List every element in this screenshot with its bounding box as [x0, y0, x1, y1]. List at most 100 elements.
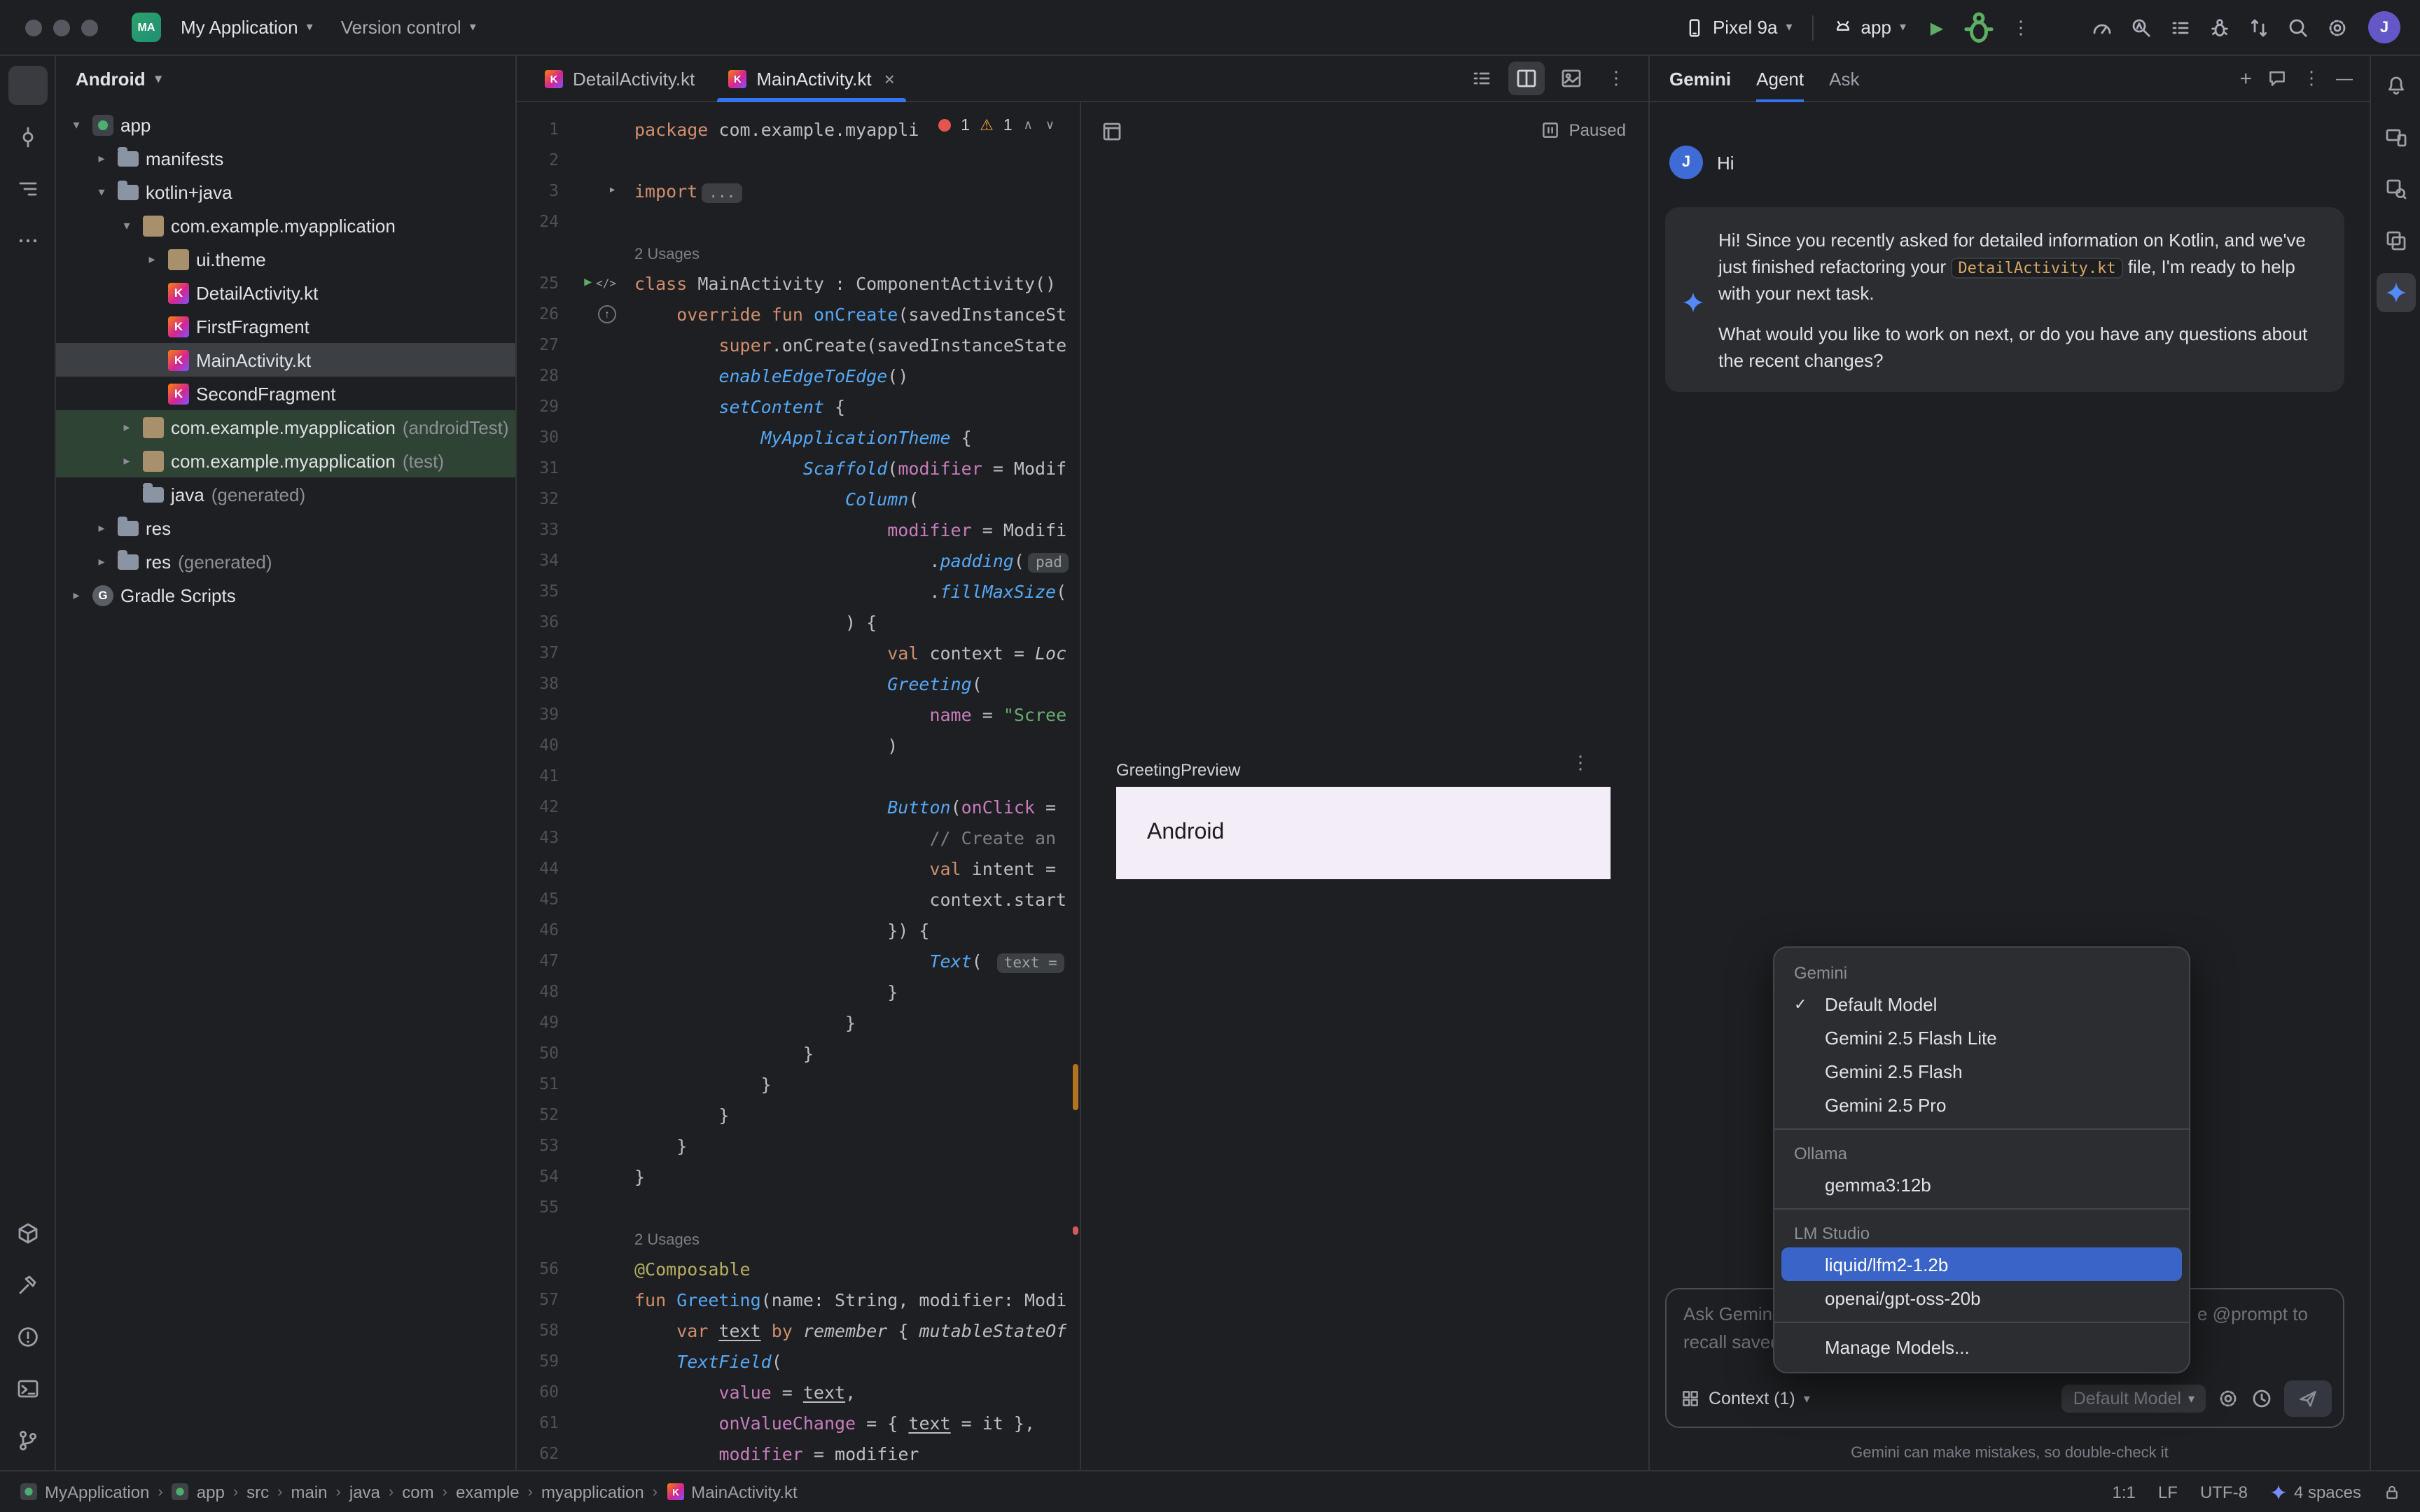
tree-chevron-icon[interactable]: ▸ [118, 453, 136, 468]
tree-chevron-icon[interactable]: ▾ [67, 117, 85, 132]
breadcrumb-item[interactable]: main [291, 1482, 328, 1502]
model-selector[interactable]: Default Model ▾ [2062, 1385, 2206, 1413]
find-action-icon[interactable] [2122, 8, 2161, 47]
vcs-update-icon[interactable] [2239, 8, 2279, 47]
model-option-Gemini 2.5 Flash Lite[interactable]: Gemini 2.5 Flash Lite [1781, 1021, 2182, 1054]
tree-item-res[interactable]: ▸res [56, 511, 515, 545]
gemini-tab-Agent[interactable]: Agent [1756, 56, 1804, 101]
bug-report-icon[interactable] [2200, 8, 2239, 47]
editor-tab-MainActivity.kt[interactable]: KMainActivity.kt× [711, 56, 911, 101]
model-option-gemma3:12b[interactable]: gemma3:12b [1781, 1168, 2182, 1201]
minimize-window-button[interactable] [53, 19, 70, 36]
commit-tool-button[interactable] [8, 118, 47, 157]
tree-item-DetailActivity.kt[interactable]: KDetailActivity.kt [56, 276, 515, 309]
gemini-tool-button[interactable] [2376, 273, 2415, 312]
model-option-Gemini 2.5 Flash[interactable]: Gemini 2.5 Flash [1781, 1054, 2182, 1088]
design-view-icon[interactable] [1553, 62, 1590, 95]
tree-chevron-icon[interactable]: ▾ [92, 184, 111, 200]
close-tab-icon[interactable]: × [884, 68, 895, 89]
project-menu[interactable]: My Application▾ [172, 11, 321, 43]
device-selector[interactable]: Pixel 9a▾ [1676, 11, 1801, 43]
tree-chevron-icon[interactable]: ▸ [67, 587, 85, 603]
breadcrumb-item[interactable]: java [349, 1482, 380, 1502]
tree-chevron-icon[interactable]: ▸ [143, 251, 161, 267]
fold-region-icon[interactable]: ▸ [609, 183, 616, 197]
model-option-openai/gpt-oss-20b[interactable]: openai/gpt-oss-20b [1781, 1281, 2182, 1315]
preview-zoom-icon[interactable] [1101, 120, 1123, 143]
tree-item-FirstFragment[interactable]: KFirstFragment [56, 309, 515, 343]
build-tool-button[interactable] [8, 1266, 47, 1305]
dependencies-tool-button[interactable] [8, 1214, 47, 1253]
project-view-selector[interactable]: Android ▾ [56, 56, 515, 102]
search-everywhere-icon[interactable] [2279, 8, 2318, 47]
line-ending[interactable]: LF [2158, 1482, 2178, 1502]
tree-chevron-icon[interactable]: ▸ [118, 419, 136, 435]
running-devices-tool-button[interactable] [2376, 118, 2415, 157]
resource-manager-tool-button[interactable] [2376, 221, 2415, 260]
version-control-tool-button[interactable] [8, 1421, 47, 1460]
tree-item-MainActivity.kt[interactable]: KMainActivity.kt [56, 343, 515, 377]
breadcrumb-item[interactable]: src [246, 1482, 269, 1502]
prev-issue-button[interactable]: ∧ [1022, 118, 1034, 133]
split-editor-icon[interactable] [1508, 62, 1545, 95]
more-tools-tool-button[interactable] [8, 221, 47, 260]
code-vision-usages[interactable]: 2 Usages [517, 237, 1080, 267]
settings-icon[interactable] [2318, 8, 2357, 47]
tree-chevron-icon[interactable]: ▾ [118, 218, 136, 233]
run-button[interactable]: ▶ [1917, 8, 1956, 47]
terminal-tool-button[interactable] [8, 1369, 47, 1408]
model-option-Gemini 2.5 Pro[interactable]: Gemini 2.5 Pro [1781, 1088, 2182, 1121]
profiler-icon[interactable] [2082, 8, 2122, 47]
tree-item-kotlin+java[interactable]: ▾kotlin+java [56, 175, 515, 209]
tree-item-SecondFragment[interactable]: KSecondFragment [56, 377, 515, 410]
debug-button[interactable] [1959, 8, 1998, 47]
breadcrumb-item[interactable]: com [402, 1482, 433, 1502]
editor-tab-DetailActivity.kt[interactable]: KDetailActivity.kt [528, 56, 711, 101]
overrides-gutter-icon[interactable]: ↑ [598, 304, 616, 323]
tree-item-com.example.myapplication[interactable]: ▸com.example.myapplication (androidTest) [56, 410, 515, 444]
model-option-Manage Models...[interactable]: Manage Models... [1781, 1330, 2182, 1364]
tree-item-com.example.myapplication[interactable]: ▾com.example.myapplication [56, 209, 515, 242]
more-run-options-icon[interactable]: ⋮ [2001, 8, 2040, 47]
lock-icon[interactable] [2384, 1483, 2400, 1500]
file-reference-chip[interactable]: DetailActivity.kt [1951, 258, 2122, 279]
context-chip[interactable]: Context (1) ▾ [1681, 1389, 1810, 1408]
hide-panel-icon[interactable]: — [2336, 69, 2353, 88]
caret-position[interactable]: 1:1 [2113, 1482, 2136, 1502]
next-issue-button[interactable]: ∨ [1044, 118, 1056, 133]
tree-chevron-icon[interactable]: ▸ [92, 150, 111, 166]
tree-chevron-icon[interactable]: ▸ [92, 520, 111, 536]
panel-options-icon[interactable]: ⋮ [2302, 67, 2321, 90]
gemini-tab-Ask[interactable]: Ask [1829, 56, 1859, 101]
tree-item-app[interactable]: ▾app [56, 108, 515, 141]
new-chat-icon[interactable]: + [2239, 66, 2252, 90]
notifications-tool-button[interactable] [2376, 66, 2415, 105]
tree-chevron-icon[interactable]: ▸ [92, 554, 111, 569]
model-option-liquid/lfm2-1.2b[interactable]: liquid/lfm2-1.2b [1781, 1247, 2182, 1281]
model-option-Default Model[interactable]: ✓Default Model [1781, 987, 2182, 1021]
close-window-button[interactable] [25, 19, 42, 36]
tree-item-manifests[interactable]: ▸manifests [56, 141, 515, 175]
tree-item-com.example.myapplication[interactable]: ▸com.example.myapplication (test) [56, 444, 515, 477]
project-tool-button[interactable] [8, 66, 47, 105]
compose-gutter-icon[interactable]: </> [596, 276, 616, 289]
breadcrumb-item[interactable]: example [456, 1482, 520, 1502]
editor-options-icon[interactable]: ⋮ [1598, 62, 1634, 95]
tree-item-ui.theme[interactable]: ▸ui.theme [56, 242, 515, 276]
tree-item-java[interactable]: java (generated) [56, 477, 515, 511]
breadcrumb-item[interactable]: KMainActivity.kt [666, 1481, 798, 1502]
tree-item-res[interactable]: ▸res (generated) [56, 545, 515, 578]
run-gutter-icon[interactable]: ▶ [584, 276, 592, 290]
problems-tool-button[interactable] [8, 1317, 47, 1357]
file-encoding[interactable]: UTF-8 [2200, 1482, 2248, 1502]
code-vision-usages[interactable]: 2 Usages [517, 1222, 1080, 1253]
task-list-icon[interactable] [2161, 8, 2200, 47]
zoom-window-button[interactable] [81, 19, 98, 36]
send-button[interactable] [2284, 1380, 2332, 1417]
chat-list-icon[interactable] [2267, 69, 2287, 88]
user-avatar[interactable]: J [2368, 11, 2400, 43]
tree-item-Gradle Scripts[interactable]: ▸GGradle Scripts [56, 578, 515, 612]
code-editor[interactable]: 1 ⚠ 1 ∧ ∨ 1package com.example.myappli23… [517, 102, 1080, 1470]
structure-tool-button[interactable] [8, 169, 47, 209]
vcs-menu[interactable]: Version control▾ [333, 11, 485, 43]
